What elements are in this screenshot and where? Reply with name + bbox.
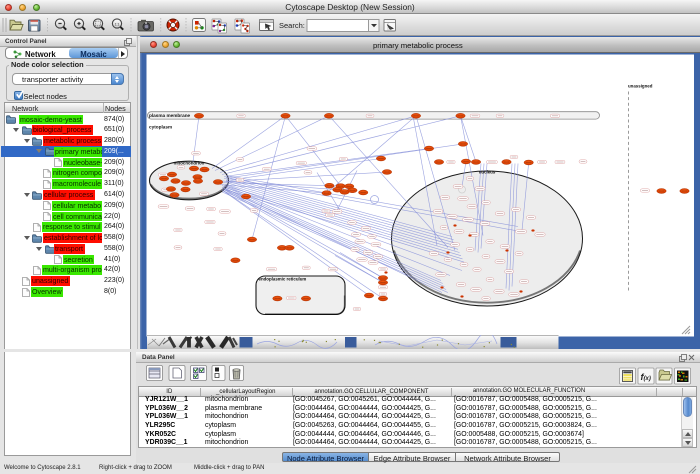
- svg-text:plasma membrane: plasma membrane: [149, 113, 191, 118]
- svg-text:endoplasmic reticulum: endoplasmic reticulum: [259, 276, 307, 281]
- svg-text:mitochondrion: mitochondrion: [174, 160, 205, 165]
- svg-text:cytoplasm: cytoplasm: [149, 124, 172, 129]
- svg-text:Search:: Search:: [279, 21, 305, 30]
- svg-text:1:1: 1:1: [115, 23, 120, 27]
- svg-text:nucleus: nucleus: [479, 169, 496, 174]
- svg-text:unassigned: unassigned: [628, 83, 653, 88]
